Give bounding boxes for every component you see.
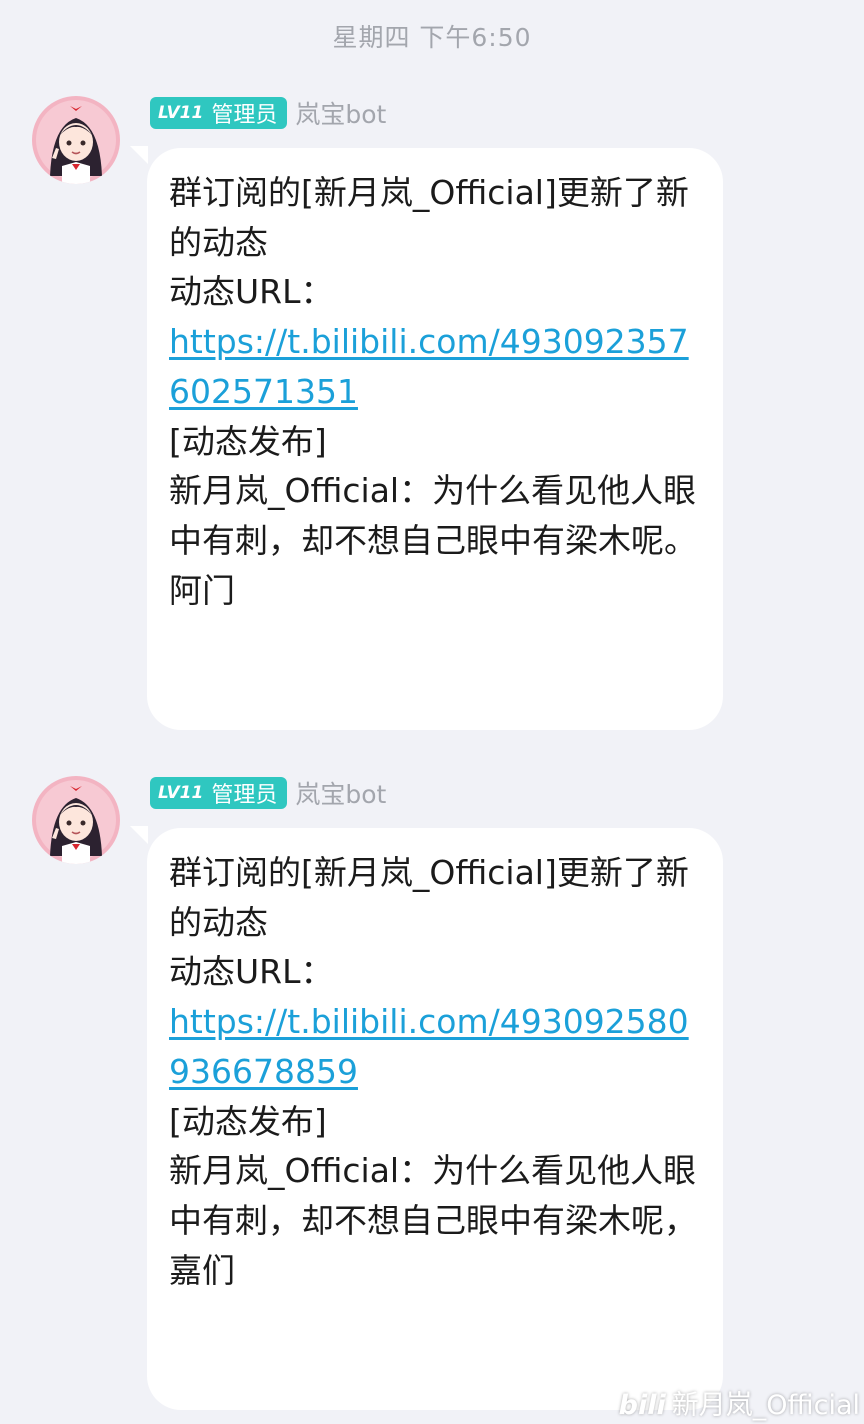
message-line: 群订阅的[新月岚_Official]更新了新的动态	[169, 853, 689, 942]
sender-name[interactable]: 岚宝bot	[295, 775, 386, 811]
avatar[interactable]	[32, 96, 120, 184]
bilibili-logo-icon: bili	[618, 1390, 666, 1421]
admin-badge: LV11 管理员	[150, 97, 288, 129]
dynamic-url-link[interactable]: https://t.bilibili.com/49309258093667885…	[169, 1002, 689, 1091]
avatar[interactable]	[32, 776, 120, 864]
message-bubble[interactable]: 群订阅的[新月岚_Official]更新了新的动态 动态URL： https:/…	[147, 828, 723, 1410]
message-line: 动态URL：	[169, 272, 334, 312]
message-meta: LV11 管理员 岚宝bot	[150, 776, 386, 810]
chat-message: LV11 管理员 岚宝bot 群订阅的[新月岚_Official]更新了新的动态…	[0, 96, 864, 730]
role-label: 管理员	[211, 103, 278, 128]
bubble-tail	[130, 826, 148, 844]
avatar-illustration	[32, 96, 120, 184]
message-line: [动态发布]	[169, 421, 327, 461]
bubble-tail	[130, 146, 148, 164]
sender-name[interactable]: 岚宝bot	[295, 95, 386, 131]
level-label: LV11	[158, 783, 204, 803]
dynamic-url-link[interactable]: https://t.bilibili.com/49309235760257135…	[169, 322, 689, 411]
level-label: LV11	[158, 103, 204, 123]
message-line: [动态发布]	[169, 1101, 327, 1141]
message-bubble[interactable]: 群订阅的[新月岚_Official]更新了新的动态 动态URL： https:/…	[147, 148, 723, 730]
avatar-illustration	[32, 776, 120, 864]
message-meta: LV11 管理员 岚宝bot	[150, 96, 386, 130]
message-line: 动态URL：	[169, 952, 334, 992]
watermark-text: 新月岚_Official	[671, 1390, 860, 1421]
timestamp: 星期四 下午6:50	[332, 23, 532, 52]
admin-badge: LV11 管理员	[150, 777, 288, 809]
watermark: bili 新月岚_Official	[619, 1383, 860, 1422]
role-label: 管理员	[211, 783, 278, 808]
message-line: 新月岚_Official：为什么看见他人眼中有刺，却不想自己眼中有梁木呢，嘉们	[169, 1151, 697, 1290]
chat-message: LV11 管理员 岚宝bot 群订阅的[新月岚_Official]更新了新的动态…	[0, 776, 864, 1410]
message-line: 群订阅的[新月岚_Official]更新了新的动态	[169, 173, 689, 262]
message-line: 新月岚_Official：为什么看见他人眼中有刺，却不想自己眼中有梁木呢。阿门	[169, 471, 697, 610]
